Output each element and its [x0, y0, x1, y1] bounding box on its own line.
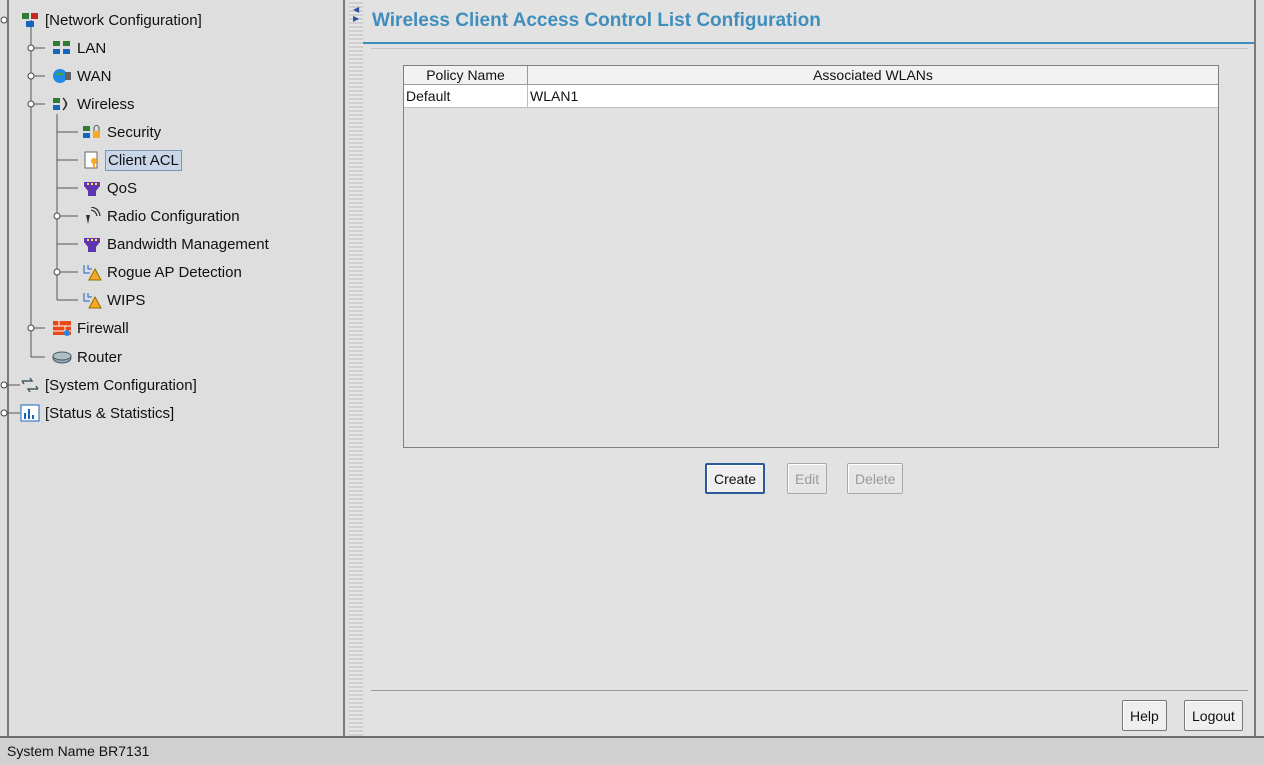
tree-item-wan[interactable]: WAN: [52, 63, 113, 89]
network-config-icon: [22, 13, 38, 27]
wips-icon: [83, 293, 102, 309]
delete-button[interactable]: Delete: [847, 463, 904, 494]
form-area: Policy Name Associated WLANs Default WLA…: [371, 48, 1248, 691]
create-button[interactable]: Create: [705, 463, 766, 494]
tree-item-lan[interactable]: LAN: [52, 35, 108, 61]
tree-label: WIPS: [107, 291, 146, 309]
tree-item-bandwidth-management[interactable]: Bandwidth Management: [82, 231, 271, 257]
cell-associated-wlans: WLAN1: [530, 88, 579, 104]
tree-item-radio-configuration[interactable]: Radio Configuration: [82, 203, 242, 229]
tree-label: LAN: [77, 39, 107, 57]
tree-label: Rogue AP Detection: [107, 263, 242, 281]
cell-policy-name: Default: [404, 85, 528, 107]
tree-item-network-configuration[interactable]: [Network Configuration]: [20, 7, 204, 33]
collapse-left-icon[interactable]: ◀: [353, 6, 359, 14]
tree-item-firewall[interactable]: Firewall: [52, 315, 131, 341]
tree-label: Bandwidth Management: [107, 235, 269, 253]
collapse-right-icon[interactable]: ▶: [353, 15, 359, 23]
tree-item-system-configuration[interactable]: [System Configuration]: [20, 372, 199, 398]
tree-item-wips[interactable]: WIPS: [82, 287, 147, 313]
table-row[interactable]: Default WLAN1: [404, 85, 1218, 108]
column-header-associated-wlans[interactable]: Associated WLANs: [528, 66, 1218, 85]
tree-label: [Network Configuration]: [45, 11, 202, 29]
bandwidth-icon: [84, 238, 100, 252]
rogue-ap-icon: [83, 265, 102, 281]
radio-icon: [86, 207, 101, 224]
column-header-policy-name[interactable]: Policy Name: [404, 66, 528, 85]
tree-label: [Status & Statistics]: [45, 404, 175, 422]
page-title: Wireless Client Access Control List Conf…: [372, 10, 821, 31]
tree-label: Client ACL: [105, 149, 182, 171]
lan-icon: [53, 41, 70, 54]
acl-policy-table: Policy Name Associated WLANs Default WLA…: [403, 65, 1219, 448]
statistics-icon: [20, 404, 40, 422]
tree-label: Router: [77, 348, 123, 366]
panel-splitter[interactable]: ◀ ▶: [349, 0, 363, 736]
tree-label: WAN: [77, 67, 112, 85]
wan-icon: [53, 69, 71, 83]
status-bar: System Name BR7131: [0, 736, 1264, 765]
qos-icon: [84, 182, 100, 196]
tree-item-qos[interactable]: QoS: [82, 175, 139, 201]
tree-item-router[interactable]: Router: [52, 344, 124, 370]
tree-label: QoS: [107, 179, 138, 197]
tree-label: Security: [107, 123, 162, 141]
tree-item-status-statistics[interactable]: [Status & Statistics]: [20, 400, 176, 426]
help-button[interactable]: Help: [1122, 700, 1167, 731]
router-icon: [52, 351, 72, 364]
logout-button[interactable]: Logout: [1184, 700, 1243, 731]
system-config-icon: [21, 377, 39, 393]
tree-label: [System Configuration]: [45, 376, 197, 394]
tree-item-security[interactable]: Security: [82, 119, 163, 145]
title-divider: [363, 42, 1254, 44]
tree-label: Radio Configuration: [107, 207, 240, 225]
tree-item-rogue-ap-detection[interactable]: Rogue AP Detection: [82, 259, 244, 285]
system-name-label: System Name BR7131: [7, 743, 150, 759]
edit-button[interactable]: Edit: [787, 463, 828, 494]
content-panel: Wireless Client Access Control List Conf…: [363, 0, 1256, 736]
tree-label: Wireless: [77, 95, 135, 113]
navigation-tree: [Network Configuration] LAN WAN Wireless…: [0, 0, 349, 736]
wireless-icon: [53, 97, 68, 111]
client-acl-icon: [84, 151, 98, 169]
firewall-icon: [53, 321, 71, 336]
tree-item-client-acl[interactable]: Client ACL: [82, 147, 182, 173]
security-icon: [83, 125, 100, 138]
tree-label: Firewall: [77, 319, 129, 337]
tree-item-wireless[interactable]: Wireless: [52, 91, 137, 117]
